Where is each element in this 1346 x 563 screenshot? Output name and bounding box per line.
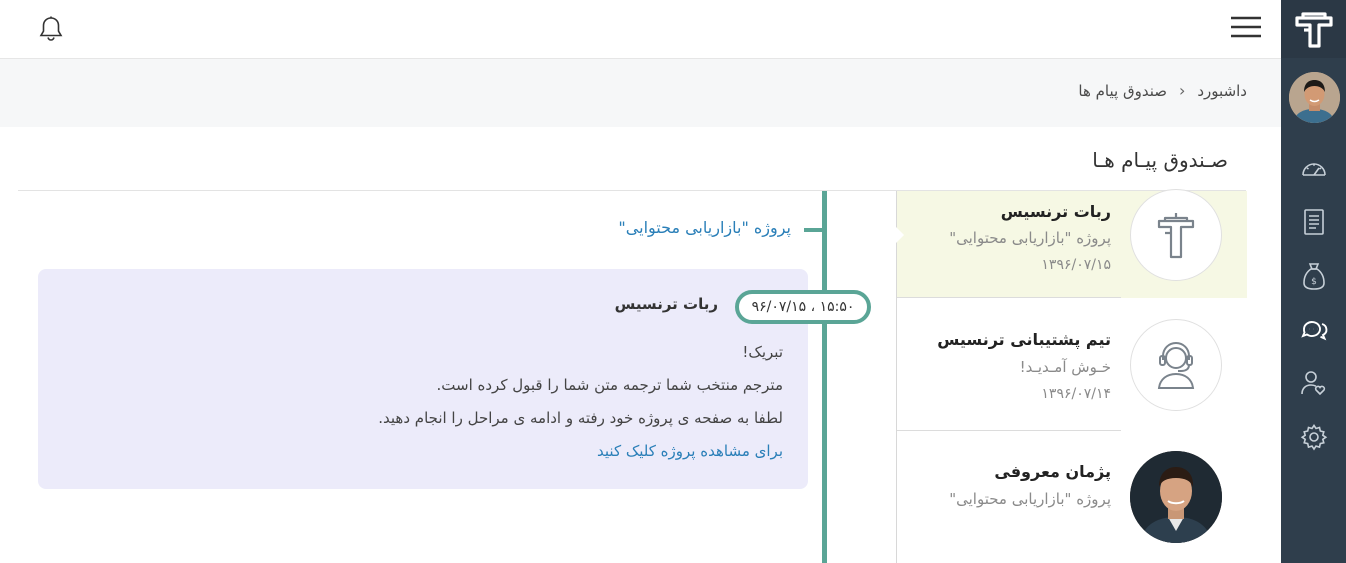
active-pointer <box>896 227 904 243</box>
support-headset-icon <box>1130 319 1222 411</box>
page-title: صـندوق پیـام هـا <box>1092 148 1228 172</box>
bell-icon[interactable] <box>37 15 65 43</box>
breadcrumb-bar: داشبورد ‹ صندوق پیام ها <box>0 59 1281 127</box>
view-project-link[interactable]: برای مشاهده پروژه کلیک کنید <box>597 442 783 460</box>
timeline-tick <box>804 228 824 232</box>
app-root: داشبورد ‹ صندوق پیام ها صـندوق پیـام هـا… <box>0 0 1346 563</box>
conversation-subtitle: خـوش آمـدیـد! <box>1019 358 1111 376</box>
hamburger-menu-icon[interactable] <box>1229 14 1263 42</box>
conversation-name: پژمان معروفی <box>994 462 1111 481</box>
conversation-name: تیم پشتیبانی ترنسیس <box>937 330 1111 349</box>
timeline-line <box>822 191 827 563</box>
user-heart-icon[interactable] <box>1299 368 1329 398</box>
message-line: مترجم منتخب شما ترجمه متن شما را قبول کر… <box>436 376 784 394</box>
sidebar: $ <box>1281 0 1346 563</box>
conversation-list: ربات ترنسیس پروژه "بازاریابی محتوایی" ۱۳… <box>896 189 1247 563</box>
settings-gear-icon[interactable] <box>1299 422 1329 452</box>
conversation-name: ربات ترنسیس <box>1000 202 1111 221</box>
conversation-item[interactable]: پژمان معروفی پروژه "بازاریابی محتوایی" <box>897 431 1247 563</box>
conversation-date: ۱۳۹۶/۰۷/۱۴ <box>1041 386 1111 402</box>
project-link[interactable]: پروژه "بازاریابی محتوایی" <box>618 218 791 237</box>
breadcrumb-separator: ‹ <box>1178 81 1186 100</box>
conversation-date: ۱۳۹۶/۰۷/۱۵ <box>1041 257 1111 273</box>
user-photo <box>1130 451 1222 543</box>
tarjomic-logo-icon[interactable] <box>1281 0 1346 58</box>
breadcrumb-current: صندوق پیام ها <box>1078 81 1167 100</box>
money-bag-icon[interactable]: $ <box>1299 261 1329 291</box>
chat-bubbles-icon[interactable] <box>1299 314 1329 344</box>
conversation-subtitle: پروژه "بازاریابی محتوایی" <box>949 490 1111 508</box>
message-card: ربات ترنسیس تبریک! مترجم منتخب شما ترجمه… <box>38 269 808 489</box>
top-bar <box>0 0 1281 59</box>
message-timestamp: ۱۵:۵۰ ، ۹۶/۰۷/۱۵ <box>735 290 871 324</box>
conversation-item[interactable]: ربات ترنسیس پروژه "بازاریابی محتوایی" ۱۳… <box>896 189 1247 298</box>
message-line: تبریک! <box>742 343 783 361</box>
svg-text:$: $ <box>1311 277 1317 287</box>
conversation-subtitle: پروژه "بازاریابی محتوایی" <box>949 229 1111 247</box>
message-sender: ربات ترنسیس <box>614 295 718 313</box>
dashboard-speedometer-icon[interactable] <box>1299 154 1329 184</box>
breadcrumb-home[interactable]: داشبورد <box>1197 82 1247 100</box>
breadcrumb: داشبورد ‹ صندوق پیام ها <box>1078 81 1247 100</box>
document-list-icon[interactable] <box>1299 207 1329 237</box>
message-line: لطفا به صفحه ی پروژه خود رفته و ادامه ی … <box>378 409 783 427</box>
conversation-item[interactable]: تیم پشتیبانی ترنسیس خـوش آمـدیـد! ۱۳۹۶/۰… <box>897 298 1247 431</box>
robot-logo-icon <box>1130 189 1222 281</box>
profile-avatar[interactable] <box>1289 72 1340 123</box>
